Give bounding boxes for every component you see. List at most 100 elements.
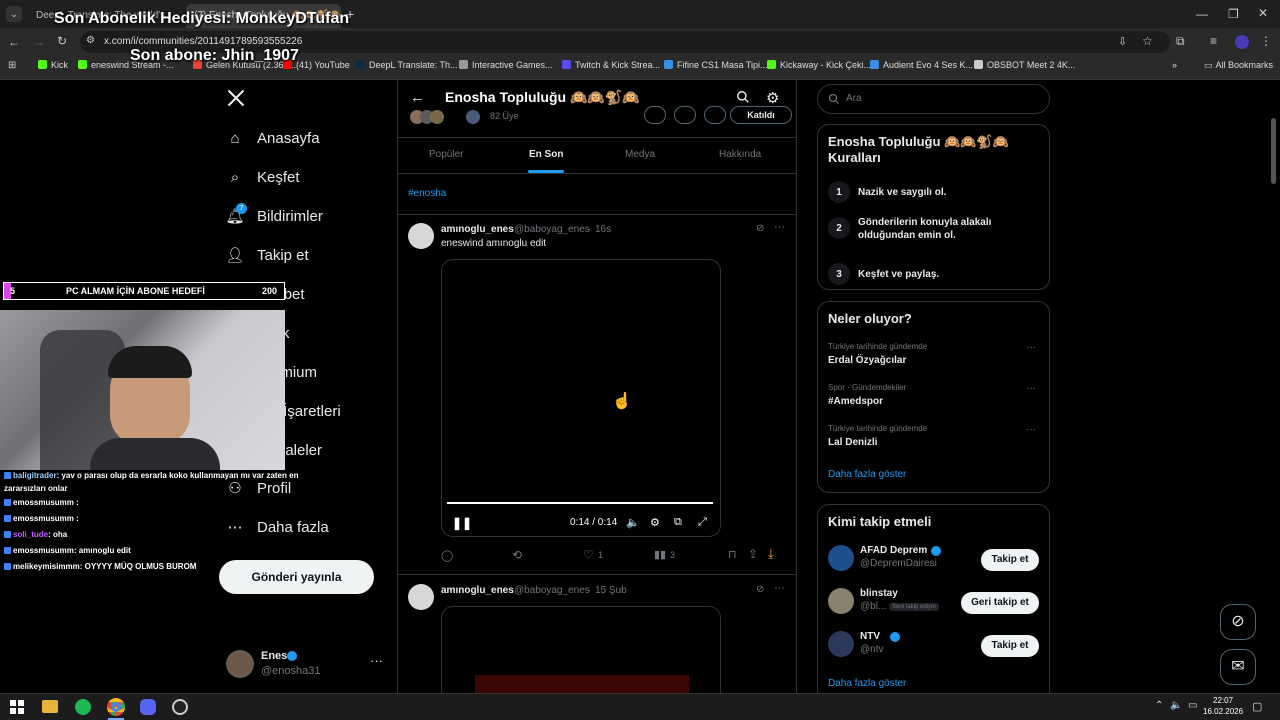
tab-media[interactable]: Medya: [625, 149, 655, 160]
bookmark-icon[interactable]: ⊓: [728, 548, 737, 561]
apps-icon[interactable]: ⊞: [8, 60, 16, 71]
follow-avatar[interactable]: [828, 545, 854, 571]
fullscreen-icon[interactable]: ⤢: [698, 516, 707, 529]
grok-float-button[interactable]: ⊘: [1220, 604, 1256, 640]
video-progress-track[interactable]: [447, 502, 713, 504]
video-settings-icon[interactable]: ⚙: [650, 516, 660, 529]
nav-item-more[interactable]: ⋯ Daha fazla: [226, 512, 329, 542]
more-dots-icon[interactable]: ···: [1026, 383, 1036, 394]
follow-avatar[interactable]: [828, 588, 854, 614]
network-tray-icon[interactable]: ▭: [1188, 700, 1197, 711]
profile-avatar-icon[interactable]: [1235, 35, 1249, 49]
discord-icon[interactable]: [140, 699, 156, 715]
tweet-author[interactable]: amınoglu_enes: [441, 224, 514, 235]
tab-search-icon[interactable]: ⌄: [6, 6, 22, 22]
bookmark-item[interactable]: Audient Evo 4 Ses K...: [870, 60, 973, 70]
close-icon[interactable]: ✕: [1258, 6, 1268, 20]
notifications-icon[interactable]: ▢: [1252, 700, 1262, 713]
star-icon[interactable]: ☆: [1142, 34, 1153, 48]
trend-item[interactable]: Türkiye tarihinde gündemde Lal Denizli ···: [818, 424, 1049, 460]
grok-icon[interactable]: ⊘: [756, 223, 764, 234]
all-bookmarks[interactable]: ▭ All Bookmarks: [1204, 60, 1273, 71]
follow-button[interactable]: Takip et: [981, 635, 1039, 657]
pip-icon[interactable]: ⧉: [674, 516, 682, 529]
tweet-handle[interactable]: @baboyag_enes: [514, 224, 590, 235]
notify-icon[interactable]: [674, 106, 696, 124]
spotify-icon[interactable]: [75, 699, 91, 715]
reply-icon[interactable]: ◯: [441, 549, 453, 562]
bookmark-item[interactable]: Kickaway - Kick Çeki...: [767, 60, 871, 70]
follow-suggestion[interactable]: AFAD Deprem @DepremDairesi Takip et: [818, 543, 1049, 579]
settings-gear-icon[interactable]: ⚙: [766, 89, 779, 107]
obs-icon[interactable]: [172, 699, 188, 715]
trend-item[interactable]: Türkiye tarihinde gündemde Erdal Özyağcıl…: [818, 342, 1049, 378]
trends-show-more[interactable]: Daha fazla göster: [828, 469, 906, 480]
media-icon[interactable]: ≡: [1210, 34, 1217, 48]
joined-button[interactable]: Katıldı: [730, 106, 792, 124]
bookmark-item[interactable]: Twitch & Kick Strea...: [562, 60, 660, 70]
repost-icon[interactable]: ⟲: [512, 548, 522, 562]
bookmarks-overflow-icon[interactable]: »: [1172, 60, 1177, 70]
more-options-icon[interactable]: [704, 106, 726, 124]
account-switcher[interactable]: Enes @enosha31 ···: [226, 648, 386, 682]
who-to-follow-show-more[interactable]: Daha fazla göster: [828, 678, 906, 689]
maximize-icon[interactable]: ❐: [1228, 7, 1239, 21]
views-icon[interactable]: ▮▮: [654, 548, 666, 561]
tweet[interactable]: amınoglu_enes @baboyag_enes · 16s ⊘ ··· …: [398, 215, 796, 575]
more-dots-icon[interactable]: ···: [1026, 342, 1036, 353]
tweet-video[interactable]: ☝ ❚❚ 0:14 / 0:14 🔈 ⚙ ⧉ ⤢: [441, 259, 721, 537]
tweet-time[interactable]: 15 Şub: [595, 585, 627, 596]
tab-popular[interactable]: Popüler: [429, 149, 463, 160]
grok-icon[interactable]: ⊘: [756, 584, 764, 595]
like-icon[interactable]: ♡: [583, 548, 594, 562]
page-scrollbar[interactable]: [1271, 118, 1276, 184]
messages-float-button[interactable]: ✉: [1220, 649, 1256, 685]
tweet-avatar[interactable]: [408, 223, 434, 249]
more-dots-icon[interactable]: ···: [370, 653, 383, 668]
tweet-handle[interactable]: @baboyag_enes: [514, 585, 590, 596]
follow-name[interactable]: AFAD Deprem: [860, 545, 927, 556]
back-arrow-icon[interactable]: ←: [410, 89, 425, 106]
reload-icon[interactable]: ↻: [57, 34, 67, 48]
start-icon[interactable]: [10, 700, 24, 714]
follow-button[interactable]: Takip et: [981, 549, 1039, 571]
site-info-icon[interactable]: ⚙: [86, 35, 95, 46]
community-hashtag[interactable]: #enosha: [408, 188, 446, 199]
bookmark-item[interactable]: Fifine CS1 Masa Tipi...: [664, 60, 768, 70]
minimize-icon[interactable]: —: [1196, 7, 1208, 21]
volume-tray-icon[interactable]: 🔈: [1170, 700, 1182, 711]
more-dots-icon[interactable]: ···: [1026, 424, 1036, 435]
post-button[interactable]: Gönderi yayınla: [219, 560, 374, 594]
volume-icon[interactable]: 🔈: [626, 516, 640, 529]
install-icon[interactable]: ⇩: [1118, 35, 1127, 48]
bookmark-item[interactable]: OBSBOT Meet 2 4K...: [974, 60, 1075, 70]
more-dots-icon[interactable]: ···: [774, 582, 785, 594]
bookmark-item[interactable]: Interactive Games...: [459, 60, 553, 70]
tweet-video[interactable]: [441, 606, 721, 696]
trend-item[interactable]: Spor · Gündemdekiler #Amedspor ···: [818, 383, 1049, 419]
tab-about[interactable]: Hakkında: [719, 149, 761, 160]
tray-chevron-icon[interactable]: ⌃: [1155, 700, 1163, 711]
nav-item-search[interactable]: ⌕ Keşfet: [226, 162, 300, 192]
follow-suggestion[interactable]: NTV @ntv Takip et: [818, 629, 1049, 665]
tweet-author[interactable]: amınoglu_enes: [441, 585, 514, 596]
tweet-avatar[interactable]: [408, 584, 434, 610]
menu-icon[interactable]: ⋮: [1260, 34, 1272, 48]
back-icon[interactable]: ←: [8, 35, 20, 49]
share-icon[interactable]: [644, 106, 666, 124]
download-icon[interactable]: ⤓: [768, 546, 774, 562]
follow-button[interactable]: Geri takip et: [961, 592, 1039, 614]
nav-item-home[interactable]: ⌂ Anasayfa: [226, 123, 319, 153]
clock-time[interactable]: 22:07: [1213, 696, 1233, 705]
nav-item-follow[interactable]: 👤︎ Takip et: [225, 240, 308, 270]
file-explorer-icon[interactable]: [42, 700, 58, 713]
extensions-icon[interactable]: ⧉: [1176, 34, 1185, 49]
tab-latest[interactable]: En Son: [529, 149, 563, 160]
follow-avatar[interactable]: [828, 631, 854, 657]
follow-name[interactable]: NTV: [860, 631, 880, 642]
search-input[interactable]: Ara: [817, 84, 1050, 114]
chrome-icon[interactable]: [107, 698, 125, 716]
clock-date[interactable]: 16.02.2026: [1203, 707, 1243, 716]
bookmark-item[interactable]: Kick: [38, 60, 68, 70]
bookmark-item[interactable]: DeepL Translate: Th...: [356, 60, 458, 70]
